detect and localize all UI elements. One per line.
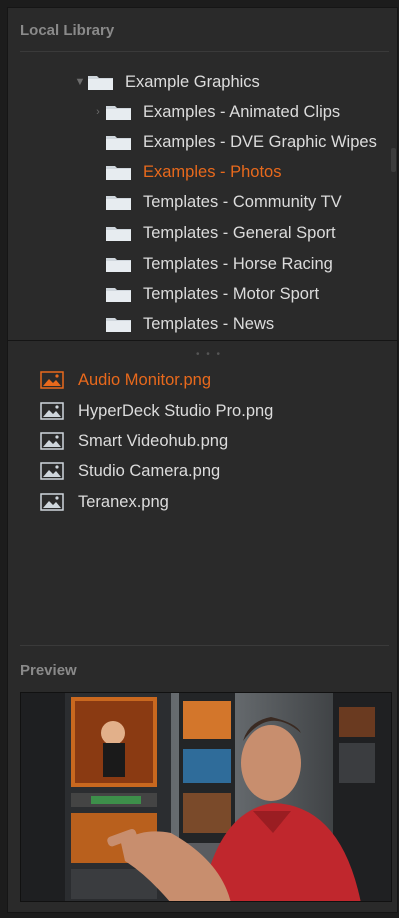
tree-item-dve-graphic-wipes[interactable]: Examples - DVE Graphic Wipes [106,128,377,156]
folder-icon [106,288,131,302]
tree-item-label: Examples - Photos [143,162,282,181]
folder-icon [106,258,131,272]
tree-item-animated-clips[interactable]: › Examples - Animated Clips [90,98,340,126]
image-file-icon [40,371,64,389]
folder-icon [106,318,131,332]
folder-icon [106,196,131,210]
folder-icon [106,136,131,150]
tree-item-label: Examples - DVE Graphic Wipes [143,132,377,151]
preview-title: Preview [20,662,77,679]
preview-image [20,692,392,902]
folder-icon [88,76,113,90]
tree-item-label: Templates - News [143,314,275,333]
image-file-icon [40,462,64,480]
tree-item-community-tv[interactable]: Templates - Community TV [106,188,342,216]
file-item-label: HyperDeck Studio Pro.png [78,401,274,420]
splitter-grip-icon[interactable]: • • • [196,349,222,360]
chevron-right-icon[interactable]: › [90,104,106,120]
file-item-studio-camera[interactable]: Studio Camera.png [40,458,220,484]
file-item-label: Studio Camera.png [78,461,221,480]
folder-icon [106,106,131,120]
tree-item-motor-sport[interactable]: Templates - Motor Sport [106,280,319,308]
tree-item-label: Templates - Horse Racing [143,254,333,273]
tree-item-general-sport[interactable]: Templates - General Sport [106,219,336,247]
library-title: Local Library [20,22,115,39]
media-library-panel: Local Library ▼ Example Graphics › Examp… [7,7,398,913]
image-file-icon [40,402,64,420]
pane-splitter[interactable] [8,340,398,341]
tree-item-label: Templates - Motor Sport [143,284,320,303]
chevron-down-icon[interactable]: ▼ [72,74,88,90]
tree-item-news[interactable]: Templates - News [106,310,274,338]
folder-icon [106,227,131,241]
tree-item-example-graphics[interactable]: ▼ Example Graphics [72,68,260,96]
library-title-divider [20,51,389,52]
file-item-audio-monitor[interactable]: Audio Monitor.png [40,367,211,393]
folder-icon [106,166,131,180]
file-item-label: Teranex.png [78,492,169,511]
tree-item-label: Templates - Community TV [143,192,342,211]
tree-item-photos[interactable]: Examples - Photos [106,158,281,186]
file-item-label: Smart Videohub.png [78,431,229,450]
tree-item-label: Example Graphics [125,72,260,91]
file-item-teranex[interactable]: Teranex.png [40,489,169,515]
image-file-icon [40,493,64,511]
file-item-smart-videohub[interactable]: Smart Videohub.png [40,428,228,454]
tree-item-horse-racing[interactable]: Templates - Horse Racing [106,250,333,278]
preview-divider [20,645,389,646]
file-item-hyperdeck[interactable]: HyperDeck Studio Pro.png [40,398,273,424]
tree-scrollbar[interactable] [391,148,396,172]
tree-item-label: Examples - Animated Clips [143,102,341,121]
image-file-icon [40,432,64,450]
folder-tree: ▼ Example Graphics › Examples - Animated… [8,70,386,346]
tree-item-label: Templates - General Sport [143,223,336,242]
file-item-label: Audio Monitor.png [78,370,212,389]
preview-photo-icon [21,693,391,901]
